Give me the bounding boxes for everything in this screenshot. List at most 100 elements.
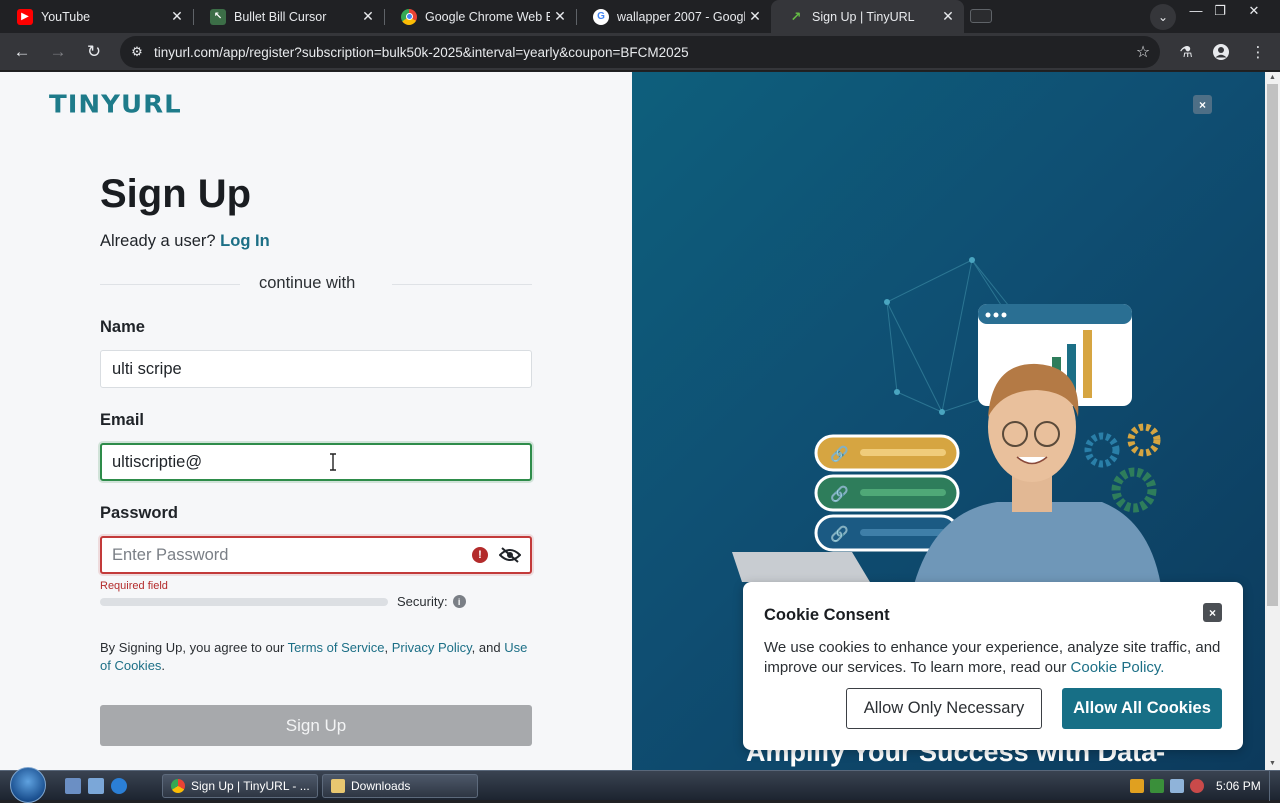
- sign-up-button[interactable]: Sign Up: [100, 705, 532, 746]
- restore-icon[interactable]: ❐: [1206, 2, 1234, 20]
- browser-toolbar: ← → ↻ ⚙ tinyurl.com/app/register?subscri…: [0, 33, 1280, 71]
- window-switcher-icon[interactable]: [88, 778, 104, 794]
- tab-title: Bullet Bill Cursor: [234, 9, 327, 24]
- window-close-icon[interactable]: ✕: [1240, 2, 1268, 20]
- page-title: Sign Up: [100, 172, 252, 216]
- scroll-up-arrow-icon[interactable]: ▲: [1265, 72, 1280, 84]
- volume-muted-icon[interactable]: [1190, 779, 1204, 793]
- already-user-text: Already a user?: [100, 232, 216, 250]
- tinyurl-icon: ↗: [790, 8, 802, 24]
- reload-icon[interactable]: ↻: [81, 39, 107, 65]
- email-field[interactable]: ultiscriptie@: [100, 443, 532, 481]
- taskbar-item-chrome[interactable]: Sign Up | TinyURL - ...: [162, 774, 318, 798]
- chrome-icon: [171, 779, 185, 793]
- tab-strip: ▶ YouTube ✕ ↖ Bullet Bill Cursor ✕ Googl…: [0, 0, 1280, 33]
- taskbar-item-downloads[interactable]: Downloads: [322, 774, 478, 798]
- cookie-text: We use cookies to enhance your experienc…: [764, 638, 1226, 678]
- back-arrow-icon[interactable]: ←: [9, 39, 35, 65]
- password-placeholder: Enter Password: [112, 545, 229, 564]
- name-label: Name: [100, 318, 145, 336]
- continue-with-text: continue with: [259, 274, 356, 292]
- cookie-close-button[interactable]: ×: [1203, 603, 1222, 622]
- tab-youtube[interactable]: ▶ YouTube ✕: [0, 0, 193, 33]
- info-icon[interactable]: i: [452, 595, 466, 608]
- page-viewport: TINYURL Sign Up Already a user? Log In c…: [0, 72, 1280, 770]
- password-strength-bar: [100, 598, 388, 606]
- close-icon[interactable]: ✕: [550, 8, 570, 25]
- divider-line: [100, 284, 240, 285]
- show-desktop-icon[interactable]: [65, 778, 81, 794]
- and-text: , and: [471, 640, 501, 655]
- security-indicator: Security: i: [397, 594, 466, 609]
- terms-of-service-link[interactable]: Terms of Service: [288, 640, 385, 655]
- svg-text:🔗: 🔗: [830, 484, 849, 503]
- menu-kebab-icon[interactable]: ⋮: [1245, 39, 1271, 65]
- privacy-policy-link[interactable]: Privacy Policy: [392, 640, 472, 655]
- internet-explorer-icon[interactable]: [111, 778, 127, 794]
- url-text[interactable]: tinyurl.com/app/register?subscription=bu…: [154, 45, 1126, 60]
- network-icon[interactable]: [1170, 779, 1184, 793]
- scrollbar-thumb[interactable]: [1267, 84, 1278, 606]
- email-value: ultiscriptie@: [112, 452, 203, 471]
- close-icon[interactable]: ✕: [745, 8, 765, 25]
- password-field[interactable]: Enter Password !: [100, 536, 532, 574]
- chrome-icon: [401, 8, 417, 25]
- tray-app-icon[interactable]: [1150, 779, 1164, 793]
- signup-panel: TINYURL Sign Up Already a user? Log In c…: [0, 72, 632, 770]
- profile-avatar-icon[interactable]: [1208, 39, 1234, 65]
- cookie-title: Cookie Consent: [764, 606, 890, 624]
- svg-text:🔗: 🔗: [830, 524, 849, 543]
- eye-slash-icon[interactable]: [498, 547, 522, 563]
- forward-arrow-icon[interactable]: →: [45, 39, 71, 65]
- promo-close-button[interactable]: ×: [1193, 95, 1212, 114]
- svg-text:🔗: 🔗: [830, 444, 849, 463]
- login-link[interactable]: Log In: [220, 232, 269, 250]
- tab-google-search[interactable]: G wallapper 2007 - Googl ✕: [576, 0, 771, 33]
- scroll-down-arrow-icon[interactable]: ▼: [1265, 758, 1280, 770]
- youtube-icon: ▶: [17, 8, 33, 25]
- taskbar-item-label: Downloads: [351, 779, 411, 793]
- shield-icon[interactable]: [1130, 779, 1144, 793]
- start-button-icon[interactable]: [10, 767, 46, 803]
- email-label: Email: [100, 411, 145, 429]
- security-label: Security:: [397, 594, 448, 609]
- site-settings-icon[interactable]: ⚙: [120, 44, 154, 60]
- tab-tinyurl-signup[interactable]: ↗ Sign Up | TinyURL ✕: [771, 0, 964, 33]
- name-value: ulti scripe: [112, 359, 182, 378]
- tab-title: wallapper 2007 - Googl: [617, 9, 745, 24]
- terms-prefix: By Signing Up, you agree to our: [100, 640, 285, 655]
- google-icon: G: [593, 8, 609, 25]
- error-exclamation-icon: !: [472, 547, 488, 563]
- cursor-extension-icon: ↖: [210, 8, 226, 25]
- allow-all-cookies-button[interactable]: Allow All Cookies: [1062, 688, 1222, 729]
- page-scrollbar[interactable]: ▲ ▼: [1265, 72, 1280, 770]
- already-user-line: Already a user? Log In: [100, 232, 270, 251]
- text-cursor-icon: [330, 453, 336, 471]
- folder-icon: [331, 779, 345, 793]
- taskbar: Sign Up | TinyURL - ... Downloads 5:06 P…: [0, 767, 1280, 803]
- divider-line: [392, 284, 532, 285]
- labs-flask-icon[interactable]: ⚗: [1173, 39, 1199, 65]
- new-tab-button[interactable]: [970, 9, 992, 23]
- cookie-policy-link[interactable]: Cookie Policy.: [1071, 659, 1165, 676]
- cookie-consent-dialog: Cookie Consent × We use cookies to enhan…: [743, 582, 1243, 750]
- tab-bullet-bill-cursor[interactable]: ↖ Bullet Bill Cursor ✕: [193, 0, 384, 33]
- taskbar-item-label: Sign Up | TinyURL - ...: [191, 779, 310, 793]
- address-bar[interactable]: ⚙ tinyurl.com/app/register?subscription=…: [120, 36, 1160, 68]
- close-icon[interactable]: ✕: [938, 8, 958, 25]
- show-desktop-button[interactable]: [1269, 771, 1280, 801]
- tab-title: YouTube: [41, 9, 91, 24]
- tab-chrome-web-store[interactable]: Google Chrome Web Br ✕: [384, 0, 576, 33]
- bookmark-star-icon[interactable]: ☆: [1126, 42, 1160, 62]
- allow-necessary-button[interactable]: Allow Only Necessary: [846, 688, 1042, 729]
- terms-text: By Signing Up, you agree to our Terms of…: [100, 640, 528, 673]
- tab-title: Google Chrome Web Br: [425, 9, 550, 24]
- close-icon[interactable]: ✕: [358, 8, 378, 25]
- tinyurl-logo[interactable]: TINYURL: [49, 91, 182, 120]
- required-field-error: Required field: [100, 580, 168, 592]
- taskbar-clock[interactable]: 5:06 PM: [1216, 779, 1261, 793]
- system-tray: [1130, 776, 1204, 796]
- name-field[interactable]: ulti scripe: [100, 350, 532, 388]
- close-icon[interactable]: ✕: [167, 8, 187, 25]
- tab-search-chevron-icon[interactable]: ⌄: [1150, 4, 1176, 30]
